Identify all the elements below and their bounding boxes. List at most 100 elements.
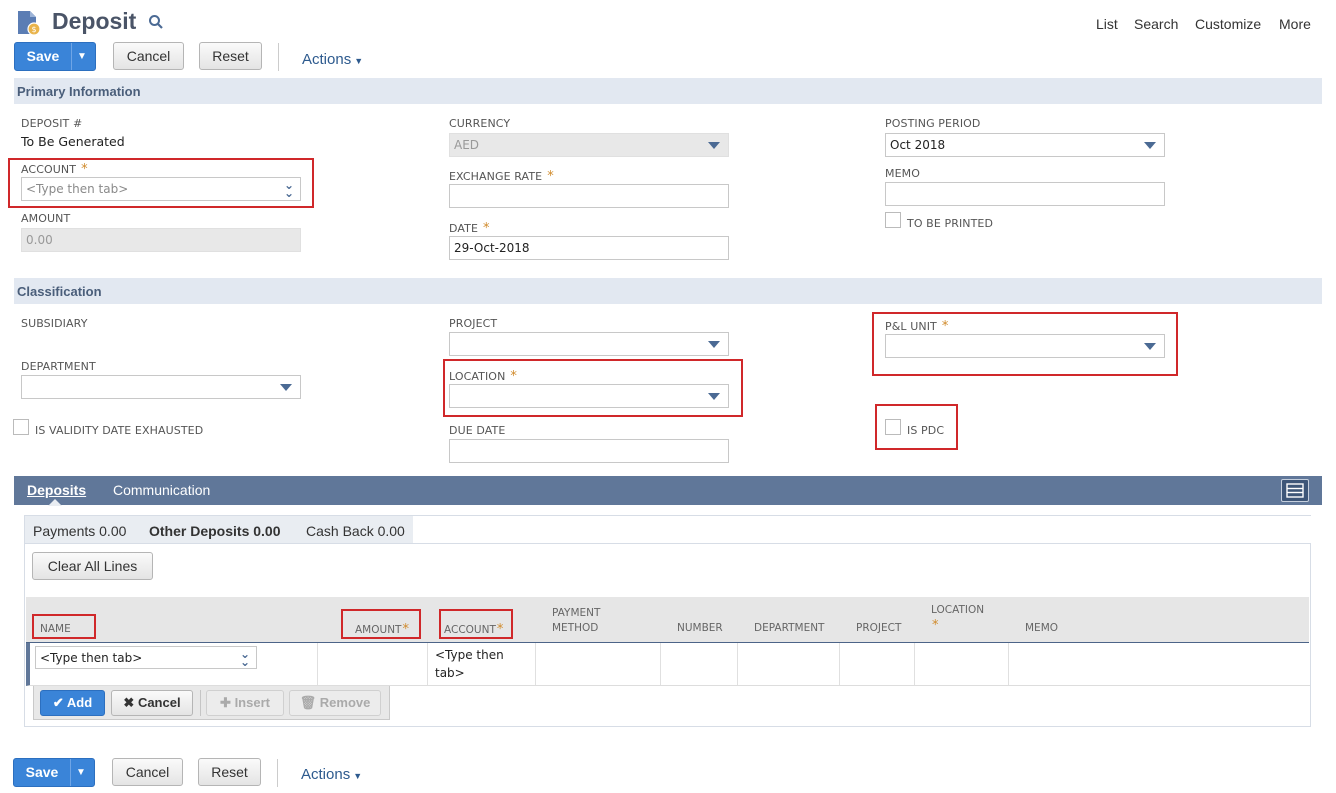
search-icon[interactable]: [148, 14, 164, 30]
toolbar-divider: [278, 43, 279, 71]
insert-label: Insert: [234, 695, 270, 710]
check-icon: ✔: [52, 695, 64, 710]
is-pdc-checkbox[interactable]: [885, 419, 901, 435]
trash-icon: 🗑: [299, 695, 317, 710]
account-cell-line1: <Type then: [435, 648, 504, 662]
double-chevron-down-icon[interactable]: ⌄ ⌄: [284, 179, 294, 199]
exchange-rate-label: EXCHANGE RATE *: [449, 169, 554, 184]
required-icon: *: [932, 618, 939, 633]
name-placeholder: <Type then tab>: [40, 651, 143, 665]
save-dropdown-icon[interactable]: ▼: [76, 759, 86, 786]
exchange-rate-label-text: EXCHANGE RATE: [449, 170, 543, 183]
deposit-number-value: To Be Generated: [21, 134, 125, 149]
dropdown-arrow-icon[interactable]: [708, 341, 720, 348]
validity-exhausted-checkbox[interactable]: [13, 419, 29, 435]
col-payment-method-2: METHOD: [552, 622, 599, 634]
search-link[interactable]: Search: [1134, 16, 1178, 32]
location-cell[interactable]: [915, 643, 1009, 685]
department-cell[interactable]: [738, 643, 840, 685]
tab-bar: Deposits Communication: [14, 476, 1322, 506]
actions-menu[interactable]: Actions ▼: [302, 51, 363, 68]
posting-period-label: POSTING PERIOD: [885, 117, 981, 130]
subtab-filler: [413, 516, 1311, 544]
customize-link[interactable]: Customize: [1195, 16, 1261, 32]
dropdown-arrow-icon: [708, 142, 720, 149]
required-icon: *: [81, 162, 88, 177]
account-col-highlight: [439, 609, 513, 639]
amount-cell[interactable]: [318, 643, 428, 685]
clear-all-lines-button[interactable]: Clear All Lines: [32, 552, 153, 580]
exchange-rate-input[interactable]: [449, 184, 729, 208]
col-location: LOCATION: [931, 604, 985, 616]
col-number: NUMBER: [677, 622, 723, 634]
insert-line-button[interactable]: ✚ Insert: [206, 690, 284, 716]
tab-communication[interactable]: Communication: [113, 482, 210, 498]
required-icon: *: [547, 169, 554, 184]
currency-value: AED: [454, 138, 480, 152]
list-link[interactable]: List: [1096, 16, 1118, 32]
save-dropdown-icon[interactable]: ▼: [77, 43, 87, 70]
is-pdc-label: IS PDC: [907, 424, 945, 437]
double-chevron-down-icon[interactable]: ⌄ ⌄: [240, 648, 250, 668]
account-cell-line2: tab>: [435, 666, 465, 680]
subtab-payments[interactable]: Payments 0.00: [33, 523, 126, 539]
remove-line-button[interactable]: 🗑 Remove: [289, 690, 381, 716]
cancel-button[interactable]: Cancel: [113, 42, 184, 70]
cancel-line-button[interactable]: ✖ Cancel: [111, 690, 193, 716]
save-button[interactable]: Save ▼: [14, 42, 96, 71]
name-input[interactable]: <Type then tab> ⌄ ⌄: [35, 646, 257, 669]
posting-period-value: Oct 2018: [890, 138, 946, 152]
memo-cell[interactable]: [1009, 643, 1309, 685]
due-date-label: DUE DATE: [449, 424, 506, 437]
section-classification: Classification: [14, 278, 1322, 304]
amount-input: 0.00: [21, 228, 301, 252]
save-button-bottom[interactable]: Save ▼: [13, 758, 95, 787]
dropdown-arrow-icon[interactable]: [1144, 142, 1156, 149]
row-button-bar: ✔ Add ✖ Cancel ✚ Insert 🗑 Remove: [33, 686, 390, 720]
cancel-button-bottom[interactable]: Cancel: [112, 758, 183, 786]
payment-method-cell[interactable]: [536, 643, 661, 685]
due-date-input[interactable]: [449, 439, 729, 463]
date-input[interactable]: 29-Oct-2018: [449, 236, 729, 260]
subtab-other-deposits[interactable]: Other Deposits 0.00: [149, 523, 281, 539]
row-button-divider: [200, 690, 201, 716]
layout-toggle-icon[interactable]: [1281, 479, 1309, 502]
department-select[interactable]: [21, 375, 301, 399]
required-icon: *: [483, 221, 490, 236]
more-link[interactable]: More: [1279, 16, 1311, 32]
number-cell[interactable]: [661, 643, 738, 685]
to-be-printed-checkbox[interactable]: [885, 212, 901, 228]
memo-input[interactable]: [885, 182, 1165, 206]
dropdown-arrow-icon[interactable]: [708, 393, 720, 400]
project-select[interactable]: [449, 332, 729, 356]
dropdown-arrow-icon[interactable]: [280, 384, 292, 391]
tab-deposits[interactable]: Deposits: [27, 482, 86, 498]
actions-menu-bottom[interactable]: Actions ▼: [301, 766, 362, 783]
account-cell[interactable]: <Type then tab>: [428, 643, 536, 685]
name-col-highlight: [32, 614, 96, 639]
location-label: LOCATION *: [449, 369, 517, 384]
date-label-text: DATE: [449, 222, 479, 235]
project-cell[interactable]: [840, 643, 915, 685]
grid-header: NAME AMOUNT* ACCOUNT* PAYMENT METHOD NUM…: [26, 597, 1309, 643]
reset-button-bottom[interactable]: Reset: [198, 758, 261, 786]
department-label: DEPARTMENT: [21, 360, 96, 373]
pl-unit-label-text: P&L UNIT: [885, 320, 937, 333]
chevron-down-icon: ▼: [354, 56, 364, 66]
col-project: PROJECT: [856, 622, 902, 634]
add-line-button[interactable]: ✔ Add: [40, 690, 105, 716]
save-separator: [70, 759, 71, 786]
pl-unit-select[interactable]: [885, 334, 1165, 358]
amount-label: AMOUNT: [21, 212, 71, 225]
posting-period-select[interactable]: Oct 2018: [885, 133, 1165, 157]
cancel-label: Cancel: [137, 695, 181, 710]
subtab-cash-back[interactable]: Cash Back 0.00: [306, 523, 405, 539]
account-input[interactable]: <Type then tab> ⌄ ⌄: [21, 177, 301, 201]
location-select[interactable]: [449, 384, 729, 408]
remove-label: Remove: [319, 695, 371, 710]
reset-button[interactable]: Reset: [199, 42, 262, 70]
date-value: 29-Oct-2018: [454, 241, 530, 255]
page-title: Deposit: [52, 8, 137, 34]
location-label-text: LOCATION: [449, 370, 506, 383]
dropdown-arrow-icon[interactable]: [1144, 343, 1156, 350]
